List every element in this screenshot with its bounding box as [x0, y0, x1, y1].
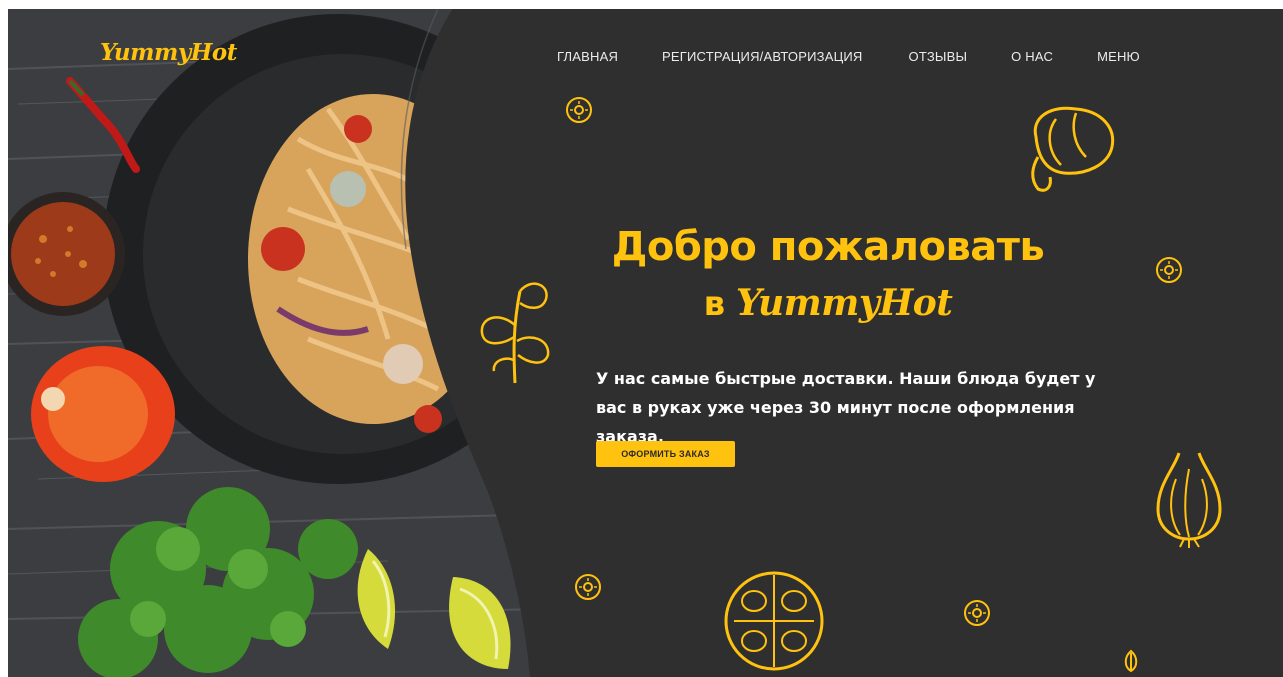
nav-item-register-login[interactable]: РЕГИСТРАЦИЯ/АВТОРИЗАЦИЯ — [662, 49, 862, 69]
parsley-doodle-icon — [480, 282, 550, 384]
hero-description: У нас самые быстрые доставки. Наши блюда… — [596, 369, 1096, 446]
nav-item-home[interactable]: ГЛАВНАЯ — [557, 49, 618, 69]
flower-doodle-icon — [1156, 257, 1182, 283]
flower-doodle-icon — [566, 97, 592, 123]
hero-title-prefix: в — [703, 284, 726, 324]
hero-title-brand: YummyHot — [735, 282, 953, 324]
hero-title-line1: Добро пожаловать — [611, 224, 1045, 270]
leaf-doodle-icon — [1124, 649, 1138, 673]
nav-item-reviews[interactable]: ОТЗЫВЫ — [909, 49, 968, 69]
landing-page: YummyHot ГЛАВНАЯ РЕГИСТРАЦИЯ/АВТОРИЗАЦИЯ… — [8, 9, 1283, 677]
nav-item-about[interactable]: О НАС — [1011, 49, 1053, 69]
main-navigation: ГЛАВНАЯ РЕГИСТРАЦИЯ/АВТОРИЗАЦИЯ ОТЗЫВЫ О… — [557, 49, 1140, 69]
flower-doodle-icon — [575, 574, 601, 600]
hero-title-line2: в YummyHot — [608, 277, 1048, 330]
pepper-doodle-icon — [1031, 106, 1115, 192]
tomato-slice-doodle-icon — [724, 571, 824, 671]
site-logo[interactable]: YummyHot — [100, 39, 237, 66]
flower-doodle-icon — [964, 600, 990, 626]
garlic-doodle-icon — [1156, 452, 1222, 548]
hero-title: Добро пожаловать в YummyHot — [608, 221, 1048, 330]
nav-item-menu[interactable]: МЕНЮ — [1097, 49, 1140, 69]
order-button[interactable]: ОФОРМИТЬ ЗАКАЗ — [596, 441, 735, 467]
